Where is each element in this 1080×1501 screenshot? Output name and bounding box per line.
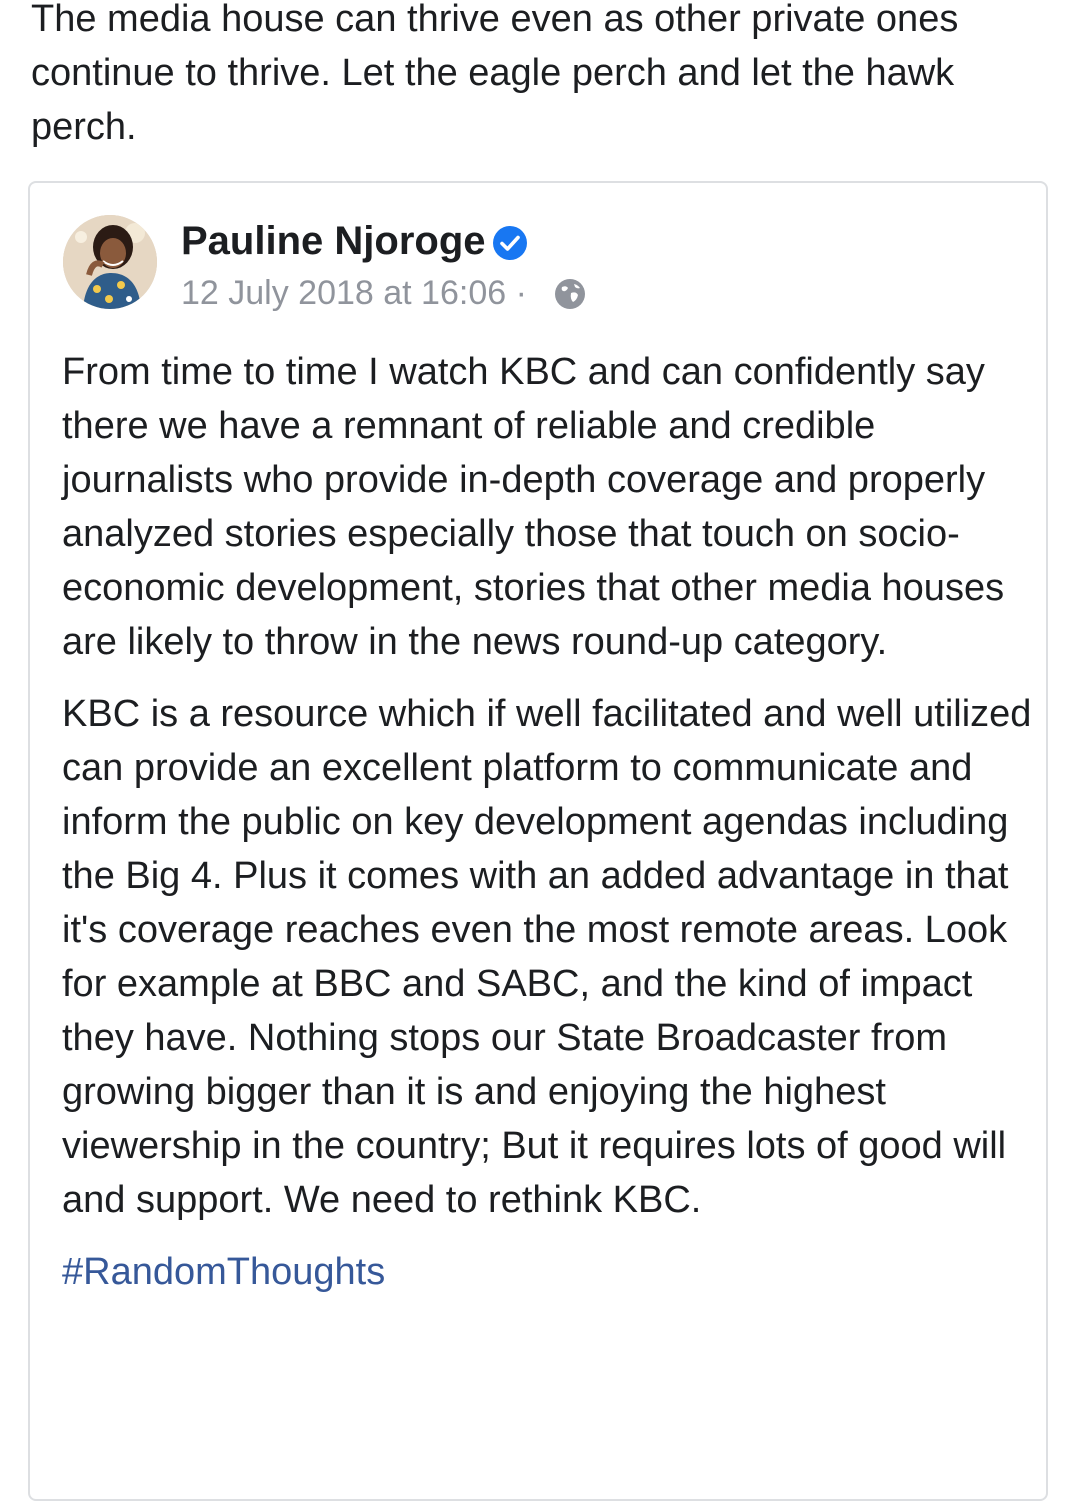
avatar[interactable]: [63, 215, 157, 309]
author-name[interactable]: Pauline Njoroge: [181, 216, 486, 266]
post-paragraph-2: KBC is a resource which if well facilita…: [62, 693, 1032, 1221]
verified-badge-icon: [493, 226, 527, 260]
avatar-image: [63, 215, 157, 309]
post-meta: 12 July 2018 at 16:06 ·: [181, 271, 527, 315]
hashtag-link[interactable]: #RandomThoughts: [62, 1251, 385, 1293]
intro-text: The media house can thrive even as other…: [31, 0, 959, 148]
globe-icon: [555, 279, 585, 309]
post-body: From time to time I watch KBC and can co…: [62, 345, 1042, 1317]
post-timestamp[interactable]: 12 July 2018 at 16:06: [181, 274, 506, 312]
meta-separator: ·: [515, 274, 527, 312]
post-paragraph-1: From time to time I watch KBC and can co…: [62, 351, 1005, 663]
shared-post-card[interactable]: Pauline Njoroge 12 July 2018 at 16:06 · …: [28, 181, 1048, 1501]
